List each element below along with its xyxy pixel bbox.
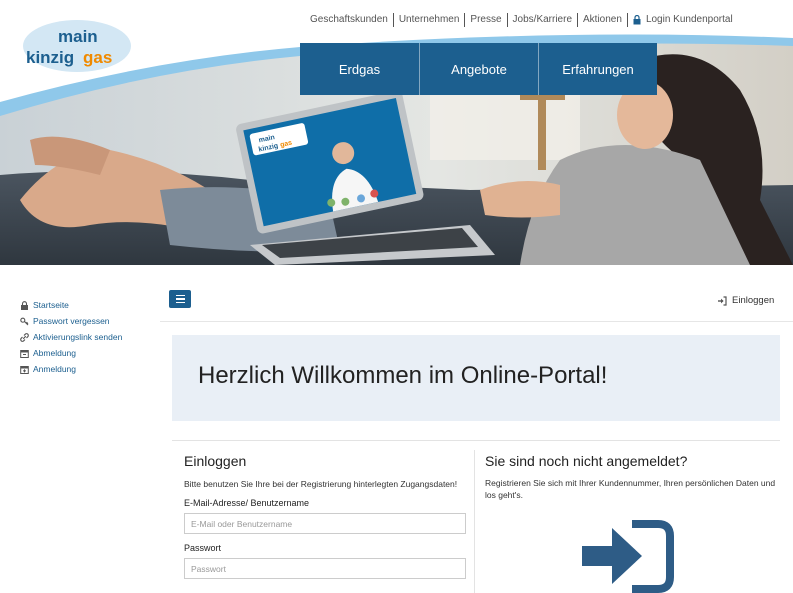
einloggen-link-label: Einloggen (732, 295, 775, 306)
main-nav-angebote[interactable]: Angebote (419, 43, 538, 95)
section-divider (172, 440, 780, 441)
toolbar-divider (160, 321, 793, 322)
sign-in-icon (718, 295, 727, 306)
nav-link-login-kundenportal[interactable]: Login Kundenportal (626, 13, 738, 27)
sidebar-item-anmeldung[interactable]: Anmeldung (20, 361, 160, 377)
lock-icon (633, 15, 641, 25)
calendar-icon (20, 365, 29, 374)
svg-text:gas: gas (83, 48, 112, 67)
nav-link-unternehmen[interactable]: Unternehmen (392, 13, 465, 27)
lock-icon (21, 300, 28, 310)
password-label: Passwort (184, 543, 222, 553)
main-nav-erfahrungen[interactable]: Erfahrungen (538, 43, 657, 95)
login-panel: Einloggen Bitte benutzen Sie Ihre bei de… (184, 453, 466, 588)
register-panel: Sie sind noch nicht angemeldet? Registri… (485, 453, 780, 501)
login-intro-text: Bitte benutzen Sie Ihre bei der Registri… (184, 479, 458, 489)
sidebar-item-label: Startseite (33, 300, 69, 310)
sidebar-item-aktivierungslink-senden[interactable]: Aktivierungslink senden (20, 329, 160, 345)
main-navigation: Erdgas Angebote Erfahrungen (300, 43, 657, 95)
sidebar-item-label: Anmeldung (33, 364, 77, 374)
register-heading: Sie sind noch nicht angemeldet? (485, 453, 688, 469)
sidebar-item-label: Passwort vergessen (33, 316, 110, 326)
svg-text:kinzig: kinzig (26, 48, 74, 67)
sidebar-item-label: Aktivierungslink senden (33, 332, 123, 342)
main-nav-erdgas[interactable]: Erdgas (300, 43, 419, 95)
sign-in-arrow-icon[interactable] (582, 520, 674, 593)
nav-link-presse[interactable]: Presse (464, 13, 506, 27)
svg-text:main: main (58, 27, 98, 46)
welcome-banner: Herzlich Willkommen im Online-Portal! (172, 335, 780, 421)
email-label: E-Mail-Adresse/ Benutzername (184, 498, 310, 508)
site-header: main kinzig gas main kinzig gas Geschaft… (0, 0, 793, 265)
main-kinziggas-logo[interactable]: main kinzig gas (22, 18, 132, 76)
hamburger-icon-line (175, 301, 185, 304)
nav-link-aktionen[interactable]: Aktionen (577, 13, 627, 27)
calendar-icon (20, 349, 29, 358)
hamburger-icon-line (175, 298, 185, 300)
hamburger-icon (175, 294, 185, 297)
menu-toggle-button[interactable] (169, 290, 191, 308)
key-icon (20, 317, 29, 325)
login-heading: Einloggen (184, 453, 247, 469)
email-field[interactable] (184, 513, 466, 534)
nav-link-jobs-karriere[interactable]: Jobs/Karriere (506, 13, 577, 27)
column-divider (474, 450, 475, 593)
top-navigation: Geschaftskunden Unternehmen Presse Jobs/… (310, 13, 738, 27)
einloggen-link[interactable]: Einloggen (717, 295, 774, 306)
sidebar-item-startseite[interactable]: Startseite (20, 297, 160, 313)
sidebar-item-label: Abmeldung (33, 348, 77, 358)
sidebar: Startseite Passwort vergessen Aktivierun… (20, 297, 160, 377)
page-title: Herzlich Willkommen im Online-Portal! (198, 362, 608, 389)
sidebar-item-passwort-vergessen[interactable]: Passwort vergessen (20, 313, 160, 329)
portal-link-label: Login Kundenportal (645, 14, 733, 25)
sidebar-item-abmeldung[interactable]: Abmeldung (20, 345, 160, 361)
register-intro-text: Registrieren Sie sich mit Ihrer Kundennu… (485, 478, 776, 500)
link-icon (20, 332, 29, 342)
password-field[interactable] (184, 558, 466, 579)
nav-link-geschaftskunden[interactable]: Geschaftskunden (310, 13, 393, 27)
